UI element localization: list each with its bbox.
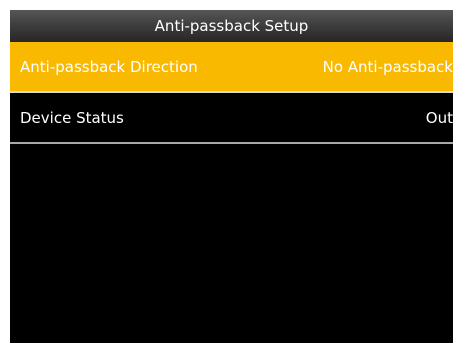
page-title: Anti-passback Setup (154, 17, 309, 35)
menu-item-value: No Anti-passback (322, 57, 453, 76)
menu-item-value: Out (425, 108, 453, 127)
menu-item-label: Device Status (20, 108, 124, 127)
title-bar: Anti-passback Setup (10, 10, 453, 42)
menu-item-label: Anti-passback Direction (20, 57, 198, 76)
menu-item-anti-passback-direction[interactable]: Anti-passback Direction No Anti-passback (10, 42, 453, 93)
device-screen: Anti-passback Setup Anti-passback Direct… (10, 10, 453, 343)
menu-item-device-status[interactable]: Device Status Out (10, 93, 453, 144)
